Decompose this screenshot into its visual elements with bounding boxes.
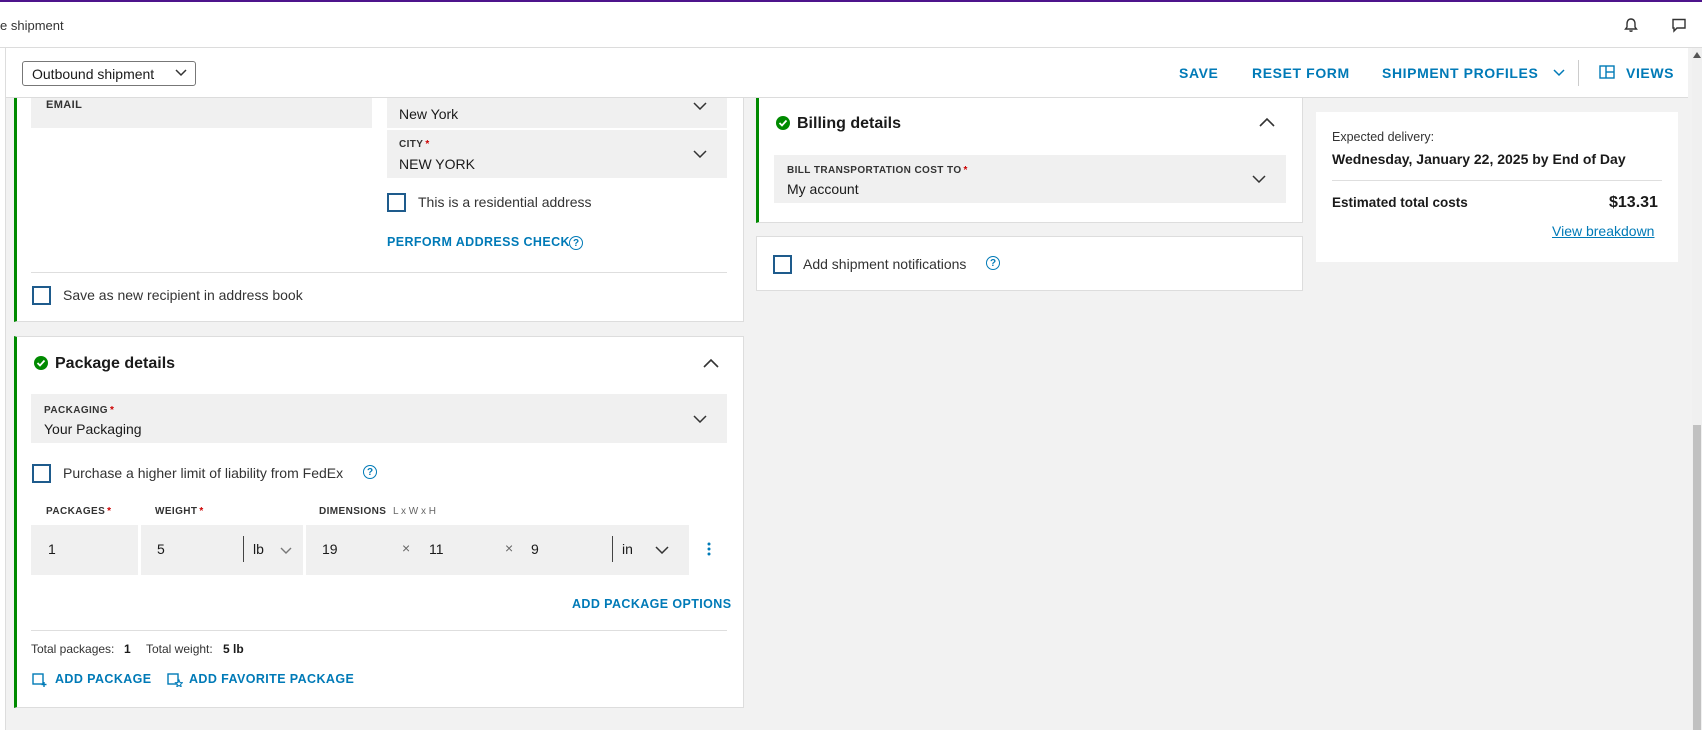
liability-checkbox[interactable] — [32, 464, 51, 483]
zigzag-edge — [1316, 256, 1676, 262]
total-weight-value: 5 lb — [223, 642, 244, 656]
help-icon[interactable]: ? — [569, 236, 583, 250]
package-details-title: Package details — [55, 355, 176, 372]
unit-divider — [243, 536, 244, 562]
check-circle-icon — [776, 116, 790, 130]
weight-input[interactable]: 5 lb — [141, 525, 303, 575]
state-select[interactable]: New York — [387, 98, 727, 128]
email-label: EMAIL — [46, 99, 83, 111]
chevron-down-icon — [1252, 175, 1266, 183]
packaging-value: Your Packaging — [44, 421, 142, 437]
view-breakdown-link[interactable]: View breakdown — [1552, 223, 1654, 239]
chevron-down-icon — [175, 69, 187, 77]
total-weight-label: Total weight: — [146, 642, 213, 656]
chevron-down-icon — [693, 415, 707, 423]
residential-label: This is a residential address — [418, 194, 592, 210]
bell-icon[interactable] — [1620, 14, 1642, 36]
estimated-total-value: $13.31 — [1609, 194, 1658, 211]
billing-details-title: Billing details — [797, 115, 902, 132]
length-value[interactable]: 19 — [322, 541, 338, 557]
help-icon[interactable]: ? — [986, 256, 1000, 270]
more-vertical-icon[interactable] — [707, 542, 711, 556]
views-grid-icon — [1599, 65, 1615, 79]
shipment-profiles-button[interactable]: SHIPMENT PROFILES — [1382, 65, 1538, 81]
add-package-button[interactable]: ADD PACKAGE — [55, 672, 152, 686]
help-icon[interactable]: ? — [363, 465, 377, 479]
action-toolbar: Outbound shipment SAVE RESET FORM SHIPME… — [6, 48, 1688, 98]
divider — [1332, 180, 1662, 181]
divider — [31, 272, 727, 273]
times-icon: × — [402, 540, 411, 556]
packages-value: 1 — [48, 541, 56, 557]
expected-delivery-label: Expected delivery: — [1332, 130, 1435, 144]
notifications-checkbox[interactable] — [773, 255, 792, 274]
reset-form-button[interactable]: RESET FORM — [1252, 65, 1350, 81]
chevron-down-icon — [280, 547, 292, 554]
packages-input[interactable]: 1 — [31, 525, 138, 575]
shipment-type-value: Outbound shipment — [32, 65, 155, 82]
chevron-up-icon[interactable] — [703, 358, 719, 368]
height-value[interactable]: 9 — [531, 541, 539, 557]
state-value: New York — [399, 106, 459, 122]
total-packages-label: Total packages: — [31, 642, 115, 656]
liability-label: Purchase a higher limit of liability fro… — [63, 465, 344, 481]
add-package-options-button[interactable]: ADD PACKAGE OPTIONS — [572, 597, 731, 611]
weight-value: 5 — [157, 541, 165, 557]
chevron-down-icon — [1553, 69, 1565, 77]
save-recipient-checkbox[interactable] — [32, 286, 51, 305]
left-rail — [0, 48, 6, 730]
package-details-card: Package details PACKAGING * Your Packagin… — [14, 336, 744, 708]
times-icon: × — [505, 540, 514, 556]
total-packages-value: 1 — [124, 642, 131, 656]
recipient-card: EMAIL New York CITY * NEW YORK This is a … — [14, 98, 744, 322]
city-value: NEW YORK — [399, 156, 475, 172]
bill-transportation-select[interactable]: BILL TRANSPORTATION COST TO * My account — [774, 155, 1286, 203]
page-title: e shipment — [0, 18, 64, 33]
save-recipient-label: Save as new recipient in address book — [63, 287, 303, 303]
width-value[interactable]: 11 — [429, 541, 444, 557]
packaging-label: PACKAGING * — [44, 405, 115, 416]
scrollbar-thumb[interactable] — [1693, 425, 1701, 730]
save-button[interactable]: SAVE — [1179, 65, 1219, 81]
shipment-summary: Expected delivery: Wednesday, January 22… — [1316, 112, 1678, 262]
dimensions-hint: L x W x H — [393, 506, 436, 517]
add-package-icon — [32, 673, 47, 687]
chevron-down-icon — [693, 150, 707, 158]
city-select[interactable]: CITY * NEW YORK — [387, 130, 727, 178]
dimensions-input[interactable]: 19 × 11 × 9 in — [306, 525, 689, 575]
top-header: e shipment — [0, 2, 1702, 48]
notifications-card: Add shipment notifications ? — [756, 236, 1303, 291]
toolbar-divider — [1578, 60, 1579, 86]
favorite-package-icon — [167, 673, 183, 687]
dimensions-label: DIMENSIONS — [319, 506, 387, 517]
packages-label: PACKAGES * — [46, 506, 112, 517]
views-button[interactable]: VIEWS — [1626, 65, 1674, 81]
shipment-type-select[interactable]: Outbound shipment — [22, 61, 196, 86]
scroll-up-arrow-icon[interactable] — [1693, 52, 1701, 58]
billing-details-card: Billing details BILL TRANSPORTATION COST… — [756, 98, 1303, 223]
expected-delivery-value: Wednesday, January 22, 2025 by End of Da… — [1332, 151, 1626, 167]
estimated-total-label: Estimated total costs — [1332, 195, 1468, 210]
packaging-select[interactable]: PACKAGING * Your Packaging — [31, 394, 727, 443]
bill-transportation-value: My account — [787, 181, 859, 197]
chat-icon[interactable] — [1668, 14, 1690, 36]
divider — [31, 630, 727, 631]
notifications-label: Add shipment notifications — [803, 256, 967, 272]
bill-transportation-label: BILL TRANSPORTATION COST TO * — [787, 165, 968, 176]
email-field[interactable]: EMAIL — [31, 98, 372, 128]
residential-checkbox[interactable] — [387, 193, 406, 212]
chevron-up-icon[interactable] — [1259, 117, 1275, 127]
chevron-down-icon — [655, 546, 669, 554]
weight-label: WEIGHT * — [155, 506, 204, 517]
city-label: CITY * — [399, 139, 430, 150]
add-favorite-package-button[interactable]: ADD FAVORITE PACKAGE — [189, 672, 354, 686]
weight-unit-select[interactable]: lb — [253, 541, 264, 557]
unit-divider — [612, 536, 613, 562]
chevron-down-icon — [693, 102, 707, 110]
dimension-unit-select[interactable]: in — [622, 541, 633, 557]
check-circle-icon — [34, 356, 48, 370]
perform-address-check-button[interactable]: PERFORM ADDRESS CHECK — [387, 235, 570, 249]
